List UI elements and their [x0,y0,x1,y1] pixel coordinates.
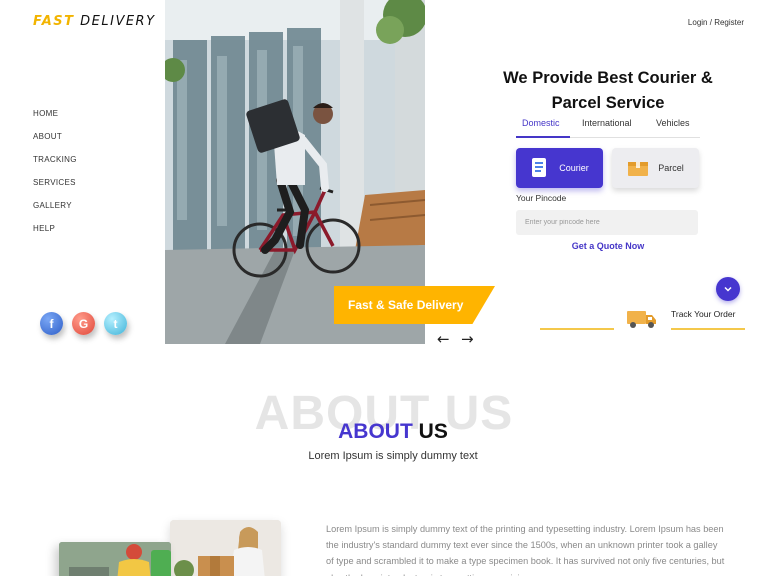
pincode-label: Your Pincode [516,193,567,203]
brand-logo[interactable]: FAST DELIVERY [33,14,156,29]
brand-part-2: DELIVERY [80,14,156,29]
auth-links: Login / Register [688,18,744,27]
headline-line-2: Parcel Service [551,94,665,112]
nav-item-about[interactable]: ABOUT [33,131,77,154]
divider-line-left [540,328,614,330]
nav-item-services[interactable]: SERVICES [33,177,77,200]
tab-vehicles[interactable]: Vehicles [656,118,690,128]
scroll-down-button[interactable] [716,277,740,301]
courier-button[interactable]: Courier [516,148,603,188]
hero-banner: Fast & Safe Delivery [334,286,495,324]
auth-separator: / [709,18,712,27]
about-subtitle: Lorem Ipsum is simply dummy text [308,450,478,462]
register-link[interactable]: Register [714,18,744,27]
courier-label: Courier [559,163,589,173]
about-image-courier-with-backpack [59,542,171,576]
side-nav: HOME ABOUT TRACKING SERVICES GALLERY HEL… [33,108,77,246]
slider-next-arrow-icon[interactable]: → [461,330,474,348]
nav-item-gallery[interactable]: GALLERY [33,200,77,223]
delivery-truck-icon [627,311,656,328]
about-title-part-2: US [418,420,448,443]
tab-international[interactable]: International [582,118,632,128]
document-icon [532,158,547,177]
service-tabs: Domestic International Vehicles [516,116,700,138]
get-quote-link[interactable]: Get a Quote Now [516,241,700,251]
banner-text: Fast & Safe Delivery [348,298,464,312]
chevron-down-icon [724,286,732,292]
track-order-link[interactable]: Track Your Order [671,309,735,319]
active-tab-underline [516,136,570,138]
tab-domestic[interactable]: Domestic [522,118,560,128]
nav-item-home[interactable]: HOME [33,108,77,131]
nav-item-help[interactable]: HELP [33,223,77,246]
slider-prev-arrow-icon[interactable]: ← [437,330,450,348]
about-body-text: Lorem Ipsum is simply dummy text of the … [326,524,725,576]
facebook-icon[interactable]: f [40,312,63,335]
divider-line-right [671,328,745,330]
about-image-woman-with-box [170,520,281,576]
booking-headline: We Provide Best Courier & Parcel Service [485,66,731,116]
google-icon[interactable]: G [72,312,95,335]
brand-part-1: FAST [33,14,75,29]
parcel-box-icon [628,162,649,176]
login-link[interactable]: Login [688,18,708,27]
headline-line-1: We Provide Best Courier & [503,69,713,87]
about-title: ABOUT US [0,418,768,446]
about-title-part-1: ABOUT [338,420,413,443]
pincode-input[interactable] [516,210,698,235]
parcel-button[interactable]: Parcel [612,148,699,188]
nav-item-tracking[interactable]: TRACKING [33,154,77,177]
parcel-label: Parcel [658,163,684,173]
twitter-icon[interactable]: t [104,312,127,335]
social-links: f G t [40,312,127,335]
